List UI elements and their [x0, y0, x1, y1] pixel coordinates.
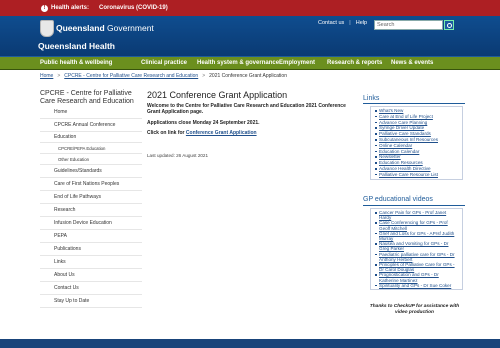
- links-heading-rule: [363, 103, 465, 104]
- sidebar-subitem-cpcre-pepa-education[interactable]: CPCRE/PEPA Education: [40, 143, 142, 154]
- nav-public-health[interactable]: Public health & wellbeing: [40, 60, 112, 66]
- sidebar-title[interactable]: CPCRE - Centre for Palliative Care Resea…: [40, 90, 142, 105]
- sidebar-item-contact-us[interactable]: Contact Us: [40, 282, 142, 295]
- header-separator: |: [349, 20, 351, 26]
- nav-employment[interactable]: Employment: [279, 60, 315, 66]
- sidebar-item-research[interactable]: Research: [40, 204, 142, 217]
- video-grief-loss[interactable]: Grief and Loss for GPs - APrsf Judith Mu…: [375, 231, 458, 241]
- video-cancer-pain[interactable]: Cancer Pain for GPs - Prof Janet Hardy: [375, 210, 458, 220]
- video-prognostication[interactable]: Prognostication and GPs - Dr Katherine M…: [375, 272, 458, 283]
- alert-icon: !: [41, 4, 48, 12]
- sidebar-item-annual-conference[interactable]: CPCRE Annual Conference: [40, 119, 142, 132]
- covid-alert-link[interactable]: Coronavirus (COVID-19): [99, 5, 168, 11]
- nav-research-reports[interactable]: Research & reports: [327, 60, 382, 66]
- video-spirituality[interactable]: Spirituality and GPs - Dr Sue Coker: [375, 283, 458, 288]
- contact-us-link[interactable]: Contact us: [318, 20, 344, 26]
- sidebar-item-links[interactable]: Links: [40, 256, 142, 269]
- links-list: What's New Care at End of Life Project A…: [370, 106, 463, 180]
- nav-news-events[interactable]: News & events: [391, 60, 433, 66]
- sidebar-item-home[interactable]: Home: [40, 106, 142, 119]
- breadcrumb: Home > CPCRE - Centre for Palliative Car…: [40, 73, 287, 79]
- queensland-crest-logo[interactable]: [40, 20, 54, 37]
- sidebar-item-stay-up-to-date[interactable]: Stay Up to Date: [40, 295, 142, 308]
- sidebar-subitem-other-education[interactable]: Other Education: [40, 154, 142, 165]
- nav-clinical-practice[interactable]: Clinical practice: [141, 60, 187, 66]
- sidebar-item-end-of-life[interactable]: End of Life Pathways: [40, 191, 142, 204]
- sidebar-item-infusion-device[interactable]: Infusion Device Education: [40, 217, 142, 230]
- breadcrumb-current: 2021 Conference Grant Application: [209, 73, 287, 79]
- sidebar-item-education[interactable]: Education: [40, 132, 142, 143]
- health-alert-bar: ! Health alerts: Coronavirus (COVID-19): [0, 0, 500, 16]
- breadcrumb-parent[interactable]: CPCRE - Centre for Palliative Care Resea…: [64, 73, 198, 79]
- sidebar-item-publications[interactable]: Publications: [40, 243, 142, 256]
- gp-videos-heading-rule: [363, 205, 465, 206]
- help-link[interactable]: Help: [356, 20, 367, 26]
- sidebar-item-about-us[interactable]: About Us: [40, 269, 142, 282]
- link-resource-list[interactable]: Palliative Care Resource List: [375, 172, 458, 178]
- site-title[interactable]: Queensland Health: [38, 41, 115, 51]
- site-header: Queensland Government Queensland Health …: [0, 16, 500, 56]
- intro-text: Welcome to the Centre for Palliative Car…: [147, 103, 346, 116]
- conference-grant-application-link[interactable]: Conference Grant Application: [186, 130, 257, 136]
- click-prefix: Click on link for: [147, 130, 186, 136]
- page-title: 2021 Conference Grant Application: [147, 90, 288, 100]
- sidebar-item-first-nations[interactable]: Care of First Nations Peoples: [40, 178, 142, 191]
- nav-health-system[interactable]: Health system & governance: [197, 60, 279, 66]
- breadcrumb-home[interactable]: Home: [40, 73, 53, 79]
- sidebar-item-pepa[interactable]: PEPA: [40, 230, 142, 243]
- links-heading: Links: [363, 95, 380, 102]
- gp-videos-list: Cancer Pain for GPs - Prof Janet Hardy C…: [370, 208, 463, 291]
- main-nav: Public health & wellbeing Clinical pract…: [0, 56, 500, 70]
- breadcrumb-separator: >: [57, 73, 61, 79]
- alert-label: Health alerts:: [51, 5, 90, 11]
- video-case-conferencing[interactable]: Case Conferencing for GPs - Prof Geoff M…: [375, 220, 458, 231]
- search-button[interactable]: [444, 20, 454, 30]
- video-thanks-note: Thanks to CheckUP for assistance with vi…: [369, 304, 460, 315]
- gp-videos-heading: GP educational videos: [363, 196, 433, 203]
- breadcrumb-separator: >: [202, 73, 206, 79]
- header-links: Contact us | Help: [318, 20, 367, 26]
- sidebar-item-guidelines[interactable]: Guidelines/Standards: [40, 165, 142, 178]
- search-input[interactable]: Search: [374, 20, 443, 30]
- video-principles[interactable]: Principles of Palliative Care for GPs - …: [375, 262, 458, 272]
- footer-bar: [0, 339, 500, 348]
- application-link-text: Click on link for Conference Grant Appli…: [147, 130, 257, 136]
- last-updated: Last updated: 26 August 2021: [147, 153, 209, 158]
- video-paediatric-care[interactable]: Paediatric palliative care for GPs - Dr …: [375, 252, 458, 262]
- government-name[interactable]: Queensland Government: [56, 23, 154, 33]
- closing-date-text: Applications close Monday 24 September 2…: [147, 120, 260, 126]
- video-nausea-vomiting[interactable]: Nausea and Vomiting for GPs - Dr Greg Pa…: [375, 241, 458, 251]
- sidebar-nav: Home CPCRE Annual Conference Education C…: [40, 106, 142, 308]
